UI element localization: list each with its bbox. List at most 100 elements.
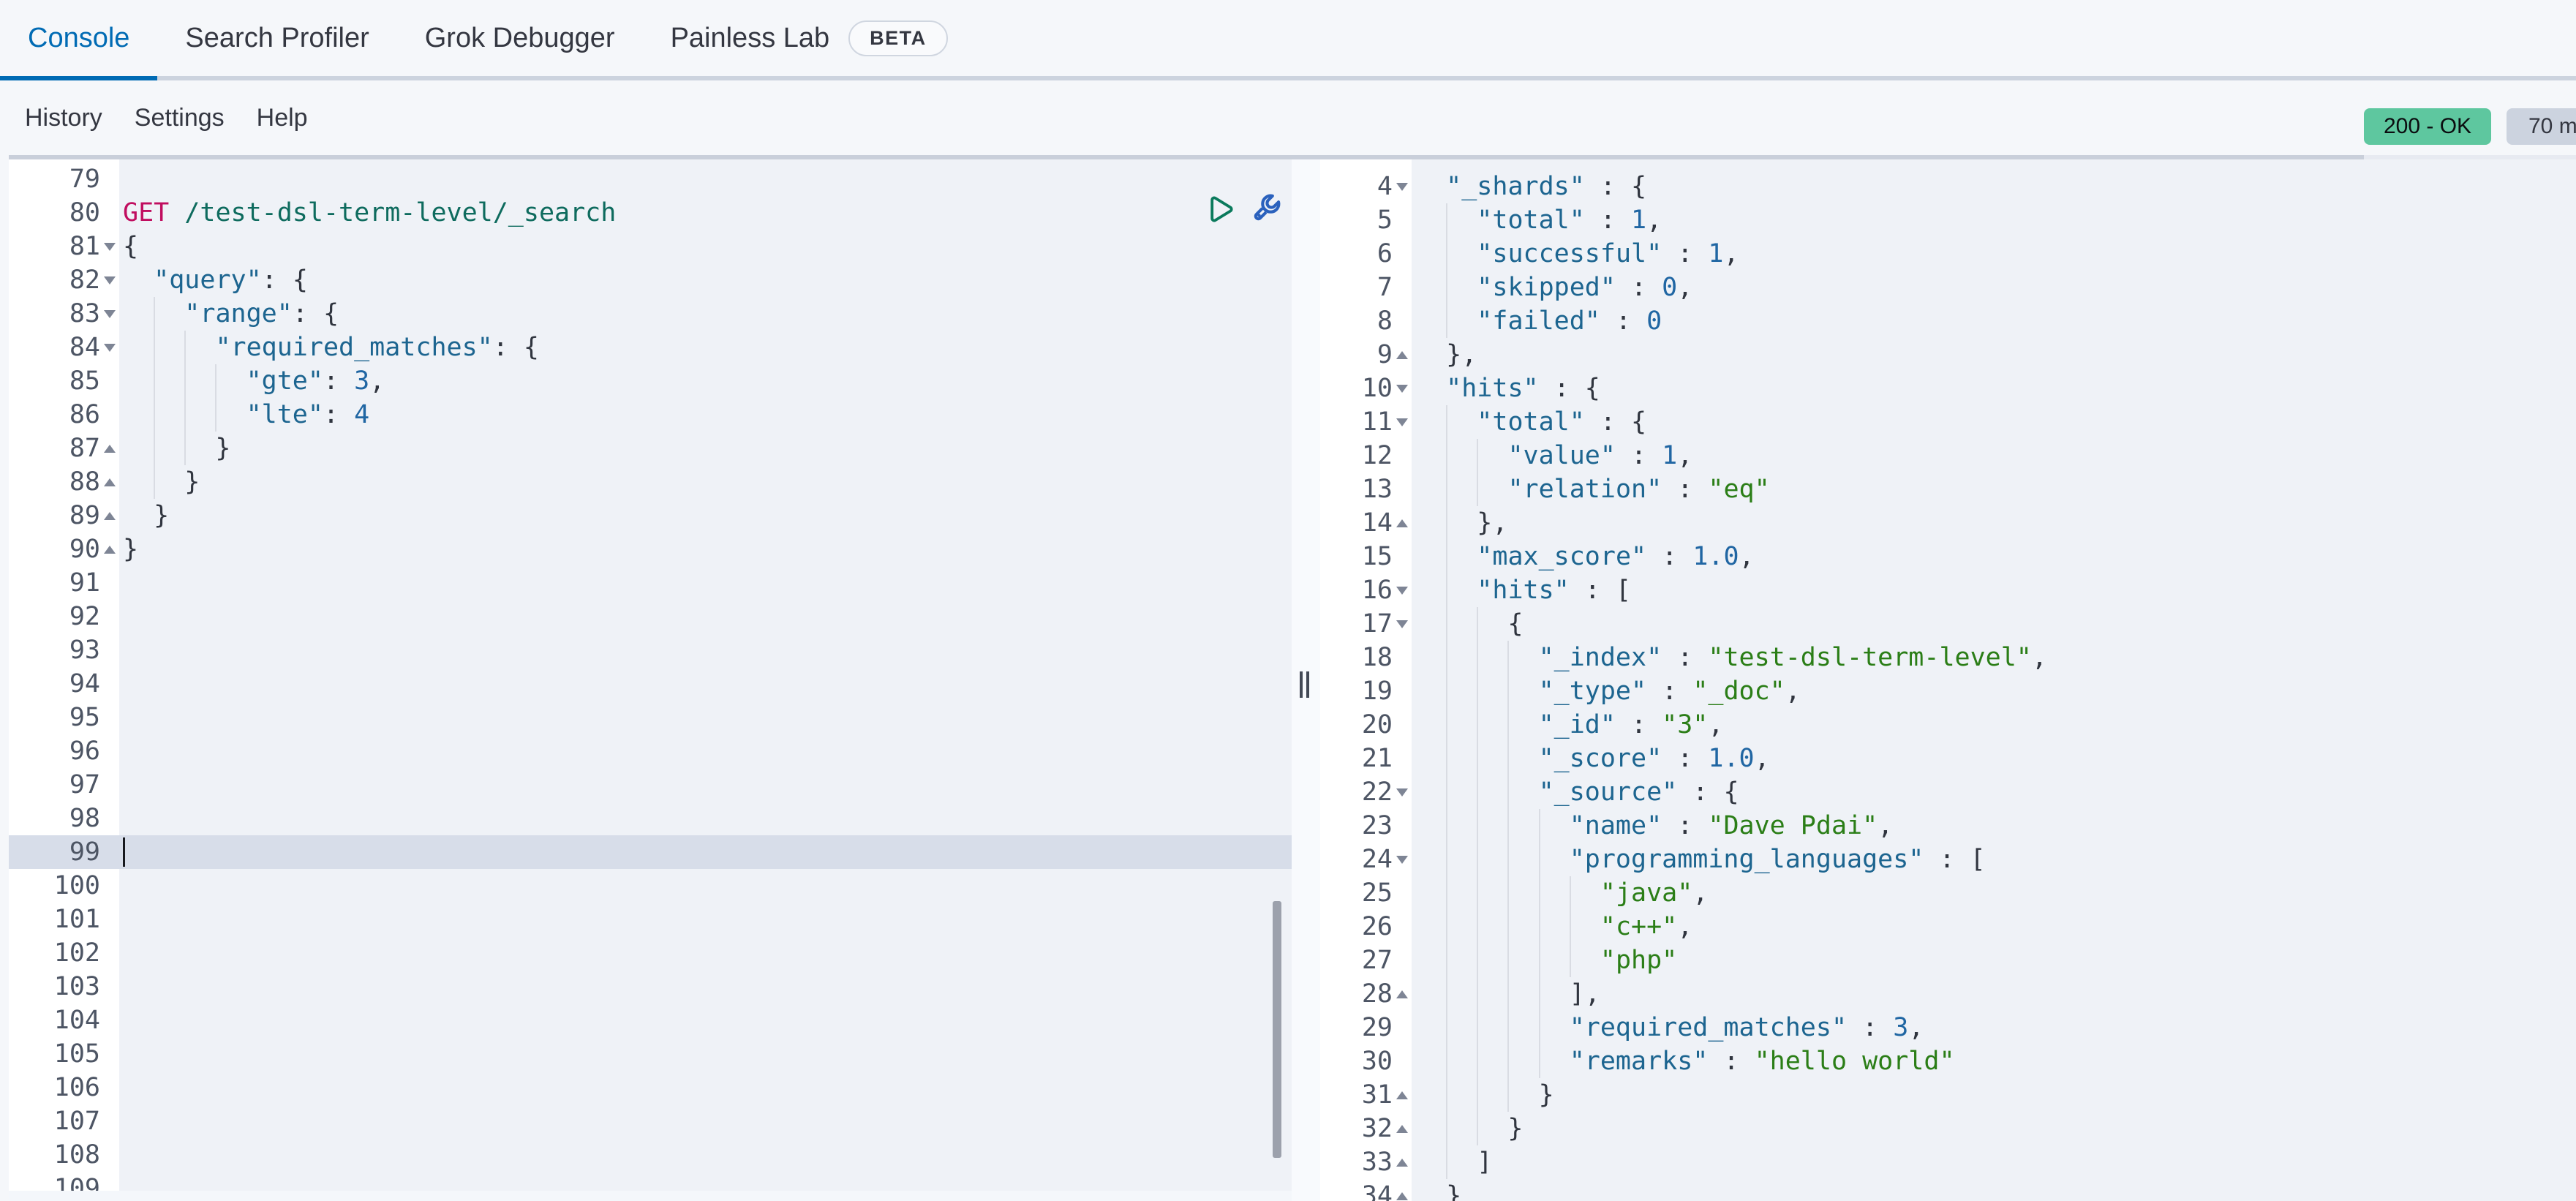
fold-triangle-up-icon[interactable] xyxy=(1396,351,1408,359)
menu-item-settings[interactable]: Settings xyxy=(135,104,225,132)
code-line-text: "programming_languages" : [ xyxy=(1412,843,2576,876)
indent-guide xyxy=(1446,674,1447,708)
indent-guide xyxy=(1446,540,1447,573)
fold-triangle-up-icon[interactable] xyxy=(1396,1091,1408,1099)
code-token: ] xyxy=(1415,1148,1492,1177)
fold-triangle-down-icon[interactable] xyxy=(104,276,116,285)
code-token: "remarks" xyxy=(1570,1047,1709,1076)
code-token: , xyxy=(369,366,385,396)
code-token: , xyxy=(1785,677,1801,706)
code-token: : xyxy=(1616,273,1662,302)
code-token: : xyxy=(1616,441,1662,470)
code-line: 96 xyxy=(9,734,1292,768)
fold-triangle-up-icon[interactable] xyxy=(1396,1192,1408,1200)
response-viewer[interactable]: 4 "_shards" : {5 "total" : 1,6 "successf… xyxy=(1320,159,2576,1201)
request-editor[interactable]: 7980GET /test-dsl-term-level/_search81{8… xyxy=(9,159,1292,1201)
code-line: 17 { xyxy=(1320,607,2576,641)
fold-triangle-down-icon[interactable] xyxy=(1396,385,1408,393)
fold-triangle-down-icon[interactable] xyxy=(104,243,116,251)
fold-triangle-up-icon[interactable] xyxy=(104,445,116,453)
code-token: , xyxy=(1908,1013,1924,1042)
code-token: } xyxy=(123,501,169,530)
fold-triangle-down-icon[interactable] xyxy=(104,310,116,318)
request-options-button[interactable] xyxy=(1246,190,1284,228)
code-line-text xyxy=(119,566,1292,600)
fold-triangle-up-icon[interactable] xyxy=(1396,1125,1408,1133)
code-line-text: ] xyxy=(1412,1145,2576,1179)
code-line: 24 "programming_languages" : [ xyxy=(1320,843,2576,876)
fold-triangle-down-icon[interactable] xyxy=(104,344,116,352)
fold-triangle-up-icon[interactable] xyxy=(104,512,116,520)
code-token: "c++" xyxy=(1600,912,1677,941)
code-line: 29 "required_matches" : 3, xyxy=(1320,1011,2576,1044)
code-token: 0 xyxy=(1646,306,1662,336)
indent-guide xyxy=(1446,775,1447,809)
code-token xyxy=(1415,374,1446,403)
indent-guide xyxy=(1507,1044,1509,1078)
line-number: 102 xyxy=(54,936,100,970)
code-line: 83 "range": { xyxy=(9,297,1292,331)
indent-guide xyxy=(1477,944,1478,977)
code-line-text: "max_score" : 1.0, xyxy=(1412,540,2576,573)
code-line-text: } xyxy=(1412,1179,2576,1201)
code-line-text: "required_matches": { xyxy=(119,331,1292,364)
tab-grok-debugger[interactable]: Grok Debugger xyxy=(397,0,643,76)
indent-guide xyxy=(1539,910,1540,944)
indent-guide xyxy=(1539,809,1540,843)
code-line-text: "total" : { xyxy=(1412,405,2576,439)
code-line-text: "_id" : "3", xyxy=(1412,708,2576,742)
line-number: 107 xyxy=(54,1104,100,1138)
tab-search-profiler[interactable]: Search Profiler xyxy=(157,0,396,76)
fold-triangle-down-icon[interactable] xyxy=(1396,620,1408,628)
line-number: 83 xyxy=(69,297,100,331)
code-line-text: "_score" : 1.0, xyxy=(1412,742,2576,775)
fold-triangle-down-icon[interactable] xyxy=(1396,587,1408,595)
code-token: : xyxy=(1600,306,1646,336)
code-line-text: "required_matches" : 3, xyxy=(1412,1011,2576,1044)
fold-triangle-down-icon[interactable] xyxy=(1396,788,1408,797)
indent-guide xyxy=(1477,1112,1478,1145)
code-line-text: "remarks" : "hello world" xyxy=(1412,1044,2576,1078)
fold-triangle-up-icon[interactable] xyxy=(1396,990,1408,998)
fold-triangle-up-icon[interactable] xyxy=(1396,519,1408,527)
fold-triangle-up-icon[interactable] xyxy=(104,546,116,554)
code-line: 84 "required_matches": { xyxy=(9,331,1292,364)
send-request-button[interactable] xyxy=(1200,190,1238,228)
line-number: 14 xyxy=(1362,506,1393,540)
dev-tools-tabs: Console Search Profiler Grok Debugger Pa… xyxy=(0,0,2576,80)
code-token: "relation" xyxy=(1507,475,1662,504)
code-token: : xyxy=(1662,744,1708,773)
fold-triangle-up-icon[interactable] xyxy=(104,478,116,486)
code-token: "php" xyxy=(1600,946,1677,975)
menu-item-help[interactable]: Help xyxy=(257,104,308,132)
code-token: "_type" xyxy=(1539,677,1647,706)
code-line-text: "_source" : { xyxy=(1412,775,2576,809)
tab-console[interactable]: Console xyxy=(0,0,157,76)
indent-guide xyxy=(1477,1078,1478,1112)
code-token: "_id" xyxy=(1539,710,1616,739)
indent-guide xyxy=(1477,775,1478,809)
fold-triangle-down-icon[interactable] xyxy=(1396,183,1408,191)
code-token: } xyxy=(123,434,231,463)
tab-painless-lab[interactable]: Painless Lab BETA xyxy=(643,0,976,76)
request-scrollbar-thumb[interactable] xyxy=(1273,901,1281,1158)
panel-resizer[interactable] xyxy=(1292,159,1322,1201)
indent-guide xyxy=(1507,775,1509,809)
code-line: 89 } xyxy=(9,499,1292,532)
fold-triangle-down-icon[interactable] xyxy=(1396,856,1408,864)
code-token: , xyxy=(1677,912,1692,941)
code-line: 18 "_index" : "test-dsl-term-level", xyxy=(1320,641,2576,674)
code-line-text xyxy=(119,1004,1292,1037)
fold-triangle-down-icon[interactable] xyxy=(1396,418,1408,426)
code-token: 1 xyxy=(1662,441,1677,470)
code-line: 12 "value" : 1, xyxy=(1320,439,2576,473)
code-token: "Dave Pdai" xyxy=(1708,811,1878,840)
indent-guide xyxy=(1507,641,1509,674)
line-number: 26 xyxy=(1362,910,1393,944)
menu-item-history[interactable]: History xyxy=(25,104,102,132)
code-token xyxy=(1415,1013,1570,1042)
fold-triangle-up-icon[interactable] xyxy=(1396,1159,1408,1167)
request-code: 7980GET /test-dsl-term-level/_search81{8… xyxy=(9,159,1292,1201)
tab-console-label: Console xyxy=(28,23,129,54)
code-token: : xyxy=(323,366,354,396)
